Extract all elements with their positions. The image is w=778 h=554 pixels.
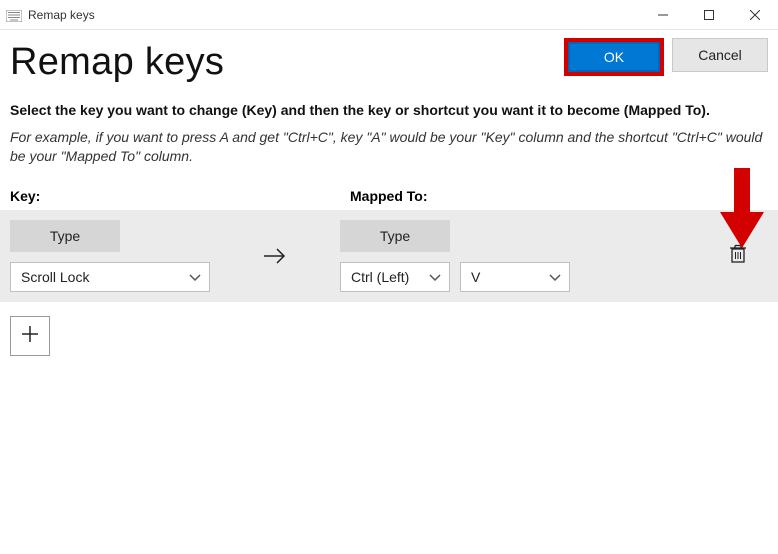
key-select[interactable]: Scroll Lock (10, 262, 210, 292)
mapped-modifier-value: Ctrl (Left) (351, 269, 409, 285)
maximize-button[interactable] (686, 0, 732, 30)
mapped-key-value: V (471, 269, 480, 285)
close-button[interactable] (732, 0, 778, 30)
key-select-value: Scroll Lock (21, 269, 89, 285)
window-title: Remap keys (28, 8, 640, 22)
example-text: For example, if you want to press A and … (10, 128, 768, 166)
trash-icon[interactable] (729, 244, 747, 267)
mapped-column-header: Mapped To: (350, 188, 428, 204)
mapped-cell: Type Ctrl (Left) V (340, 220, 708, 292)
key-column-header: Key: (10, 188, 350, 204)
cancel-button[interactable]: Cancel (672, 38, 768, 72)
add-row-container (10, 316, 768, 356)
delete-cell (708, 244, 768, 267)
add-mapping-button[interactable] (10, 316, 50, 356)
key-type-button[interactable]: Type (10, 220, 120, 252)
app-icon (6, 9, 22, 21)
content: Select the key you want to change (Key) … (0, 84, 778, 356)
mapped-type-button[interactable]: Type (340, 220, 450, 252)
chevron-down-icon (429, 269, 441, 285)
column-headers: Key: Mapped To: (10, 188, 768, 204)
chevron-down-icon (549, 269, 561, 285)
mapped-modifier-select[interactable]: Ctrl (Left) (340, 262, 450, 292)
arrow-right-icon (210, 246, 340, 266)
window-controls (640, 0, 778, 30)
page-title: Remap keys (10, 38, 224, 84)
mapping-row: Type Scroll Lock Type Ctrl (Left) (0, 210, 778, 302)
minimize-button[interactable] (640, 0, 686, 30)
titlebar: Remap keys (0, 0, 778, 30)
header: Remap keys OK Cancel (0, 30, 778, 84)
ok-button-highlight: OK (564, 38, 664, 76)
plus-icon (21, 323, 39, 349)
ok-button[interactable]: OK (568, 42, 660, 72)
mapped-key-select[interactable]: V (460, 262, 570, 292)
instructions-text: Select the key you want to change (Key) … (10, 102, 768, 118)
action-buttons: OK Cancel (564, 38, 768, 76)
key-cell: Type Scroll Lock (0, 220, 210, 292)
chevron-down-icon (189, 269, 201, 285)
